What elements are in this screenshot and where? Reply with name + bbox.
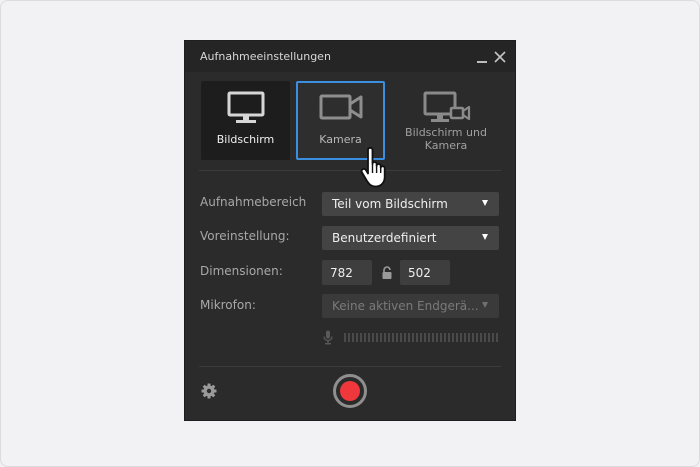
- microphone-select-value: Keine aktiven Endgerä...: [332, 299, 479, 313]
- height-input[interactable]: [400, 260, 450, 285]
- mode-screen-and-camera-button[interactable]: Bildschirm und Kamera: [399, 81, 493, 160]
- area-select[interactable]: Teil vom Bildschirm: [322, 192, 499, 216]
- lock-icon[interactable]: [381, 265, 393, 279]
- audio-level-meter: [344, 333, 499, 342]
- preset-select-value: Benutzerdefiniert: [332, 231, 437, 245]
- video-camera-icon: [298, 92, 383, 124]
- area-select-value: Teil vom Bildschirm: [332, 197, 448, 211]
- chevron-down-icon: [482, 302, 488, 308]
- microphone-select[interactable]: Keine aktiven Endgerä...: [322, 294, 499, 318]
- minimize-icon[interactable]: [476, 52, 488, 64]
- microphone-label: Mikrofon:: [200, 298, 256, 312]
- mode-screen-label: Bildschirm: [216, 133, 275, 146]
- dimensions-label: Dimensionen:: [200, 264, 283, 278]
- preset-label: Voreinstellung:: [200, 229, 290, 243]
- divider: [199, 170, 501, 171]
- title-bar[interactable]: Aufnahmeeinstellungen: [185, 41, 515, 72]
- area-label: Aufnahmebereich: [200, 195, 307, 209]
- divider: [199, 366, 501, 367]
- recording-settings-panel: Aufnahmeeinstellungen Bildschirm Kamera: [184, 40, 516, 421]
- preset-select[interactable]: Benutzerdefiniert: [322, 226, 499, 250]
- window-title: Aufnahmeeinstellungen: [200, 50, 331, 63]
- mode-camera-button[interactable]: Kamera: [296, 81, 385, 160]
- microphone-icon: [323, 330, 333, 345]
- monitor-icon: [201, 91, 290, 123]
- chevron-down-icon: [482, 200, 488, 206]
- mode-camera-label: Kamera: [319, 133, 362, 146]
- chevron-down-icon: [482, 234, 488, 240]
- record-button[interactable]: [333, 374, 367, 408]
- width-input[interactable]: [322, 260, 372, 285]
- monitor-camera-icon: [399, 91, 493, 123]
- close-icon[interactable]: [493, 50, 507, 64]
- gear-icon[interactable]: [201, 383, 217, 399]
- mode-screen-button[interactable]: Bildschirm: [201, 81, 290, 160]
- mode-both-label: Bildschirm und Kamera: [405, 126, 487, 152]
